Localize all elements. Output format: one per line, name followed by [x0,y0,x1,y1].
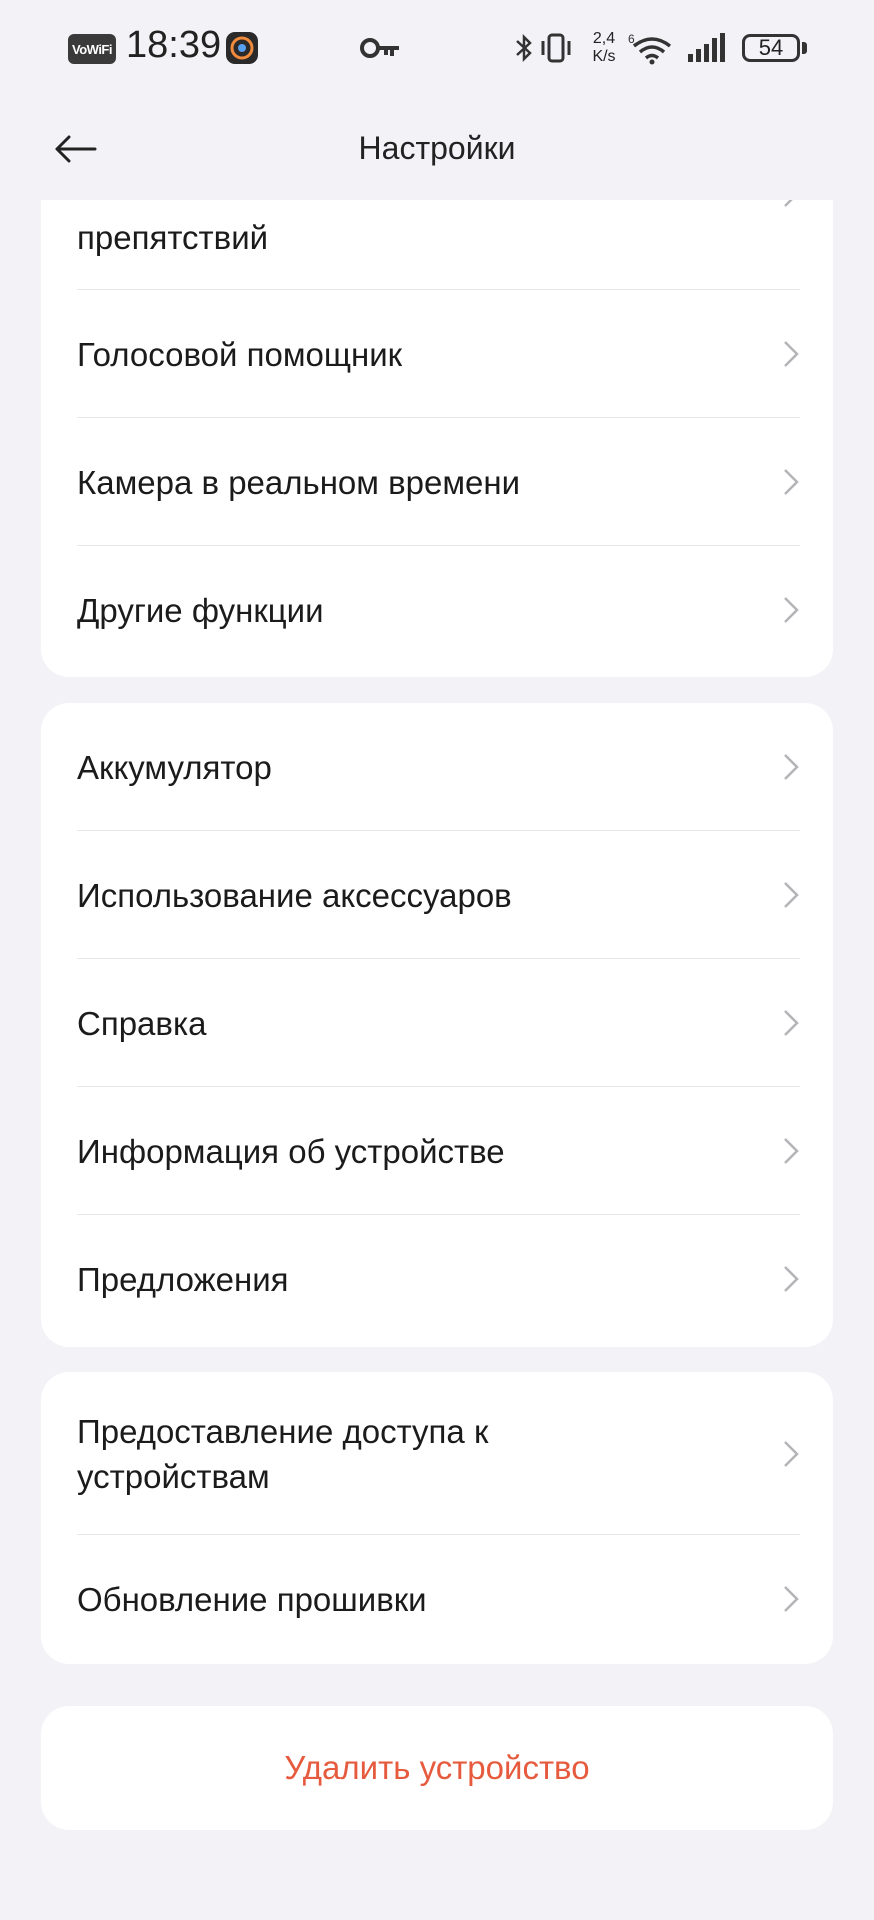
status-bar: VoWiFi 18:39 2,4 K/s 6 54 [0,0,874,100]
chevron-right-icon [784,1266,799,1292]
list-item-voice-assistant[interactable]: Голосовой помощник [41,290,833,418]
chevron-right-icon [784,882,799,908]
delete-device-button[interactable]: Удалить устройство [41,1706,833,1830]
battery-cap [802,42,807,54]
list-item-live-camera[interactable]: Камера в реальном времени [41,418,833,546]
list-item-firmware-update[interactable]: Обновление прошивки [41,1535,833,1663]
list-item-label: Предложения [77,1260,289,1298]
chevron-right-icon [784,597,799,623]
settings-card-device: Аккумулятор Использование аксессуаров Сп… [41,703,833,1347]
list-item-label: Справка [77,1004,207,1042]
list-item-help[interactable]: Справка [41,959,833,1087]
network-speed: 2,4 K/s [592,30,616,65]
chevron-right-icon [784,1586,799,1612]
vpn-key-icon [360,36,402,65]
wifi-icon: 6 [628,32,674,71]
settings-card-sharing: Предоставление доступа к устройствам Обн… [41,1372,833,1664]
delete-device-label: Удалить устройство [284,1749,590,1786]
list-item-label: Голосовой помощник [77,335,403,373]
list-item-label: Аккумулятор [77,748,272,786]
page-title: Настройки [358,130,516,166]
list-item-label: Информация об устройстве [77,1132,505,1170]
list-item-accessories[interactable]: Использование аксессуаров [41,831,833,959]
list-item-label: препятствий [77,219,269,256]
app-header: Настройки [0,100,874,200]
list-item-label: Обновление прошивки [77,1580,427,1618]
bluetooth-icon [514,32,534,69]
battery-icon: 54 [742,34,800,62]
list-item-device-info[interactable]: Информация об устройстве [41,1087,833,1215]
status-time: 18:39 [126,24,222,66]
list-item-device-sharing[interactable]: Предоставление доступа к устройствам [41,1372,833,1535]
list-item-obstacle[interactable]: препятствий [41,200,833,290]
list-item-suggestions[interactable]: Предложения [41,1215,833,1343]
list-item-label: Камера в реальном времени [77,463,521,501]
chevron-right-icon [784,200,793,207]
vibrate-icon [538,32,574,69]
chevron-right-icon [784,1138,799,1164]
status-icons: 2,4 K/s 6 54 [494,0,874,100]
chevron-right-icon [784,1440,799,1467]
list-item-label: Другие функции [77,591,324,629]
chevron-right-icon [784,341,799,367]
list-item-other-functions[interactable]: Другие функции [41,546,833,674]
chevron-right-icon [784,469,799,495]
vowifi-icon: VoWiFi [68,34,116,64]
signal-icon [686,32,726,69]
list-item-label: Использование аксессуаров [77,876,512,914]
settings-card-features: препятствий Голосовой помощник Камера в … [41,200,833,677]
chevron-right-icon [784,754,799,780]
chevron-right-icon [784,1010,799,1036]
settings-list[interactable]: препятствий Голосовой помощник Камера в … [0,200,874,1920]
list-item-battery[interactable]: Аккумулятор [41,703,833,831]
app-notification-icon [226,32,258,64]
list-item-label: Предоставление доступа к устройствам [77,1412,489,1495]
